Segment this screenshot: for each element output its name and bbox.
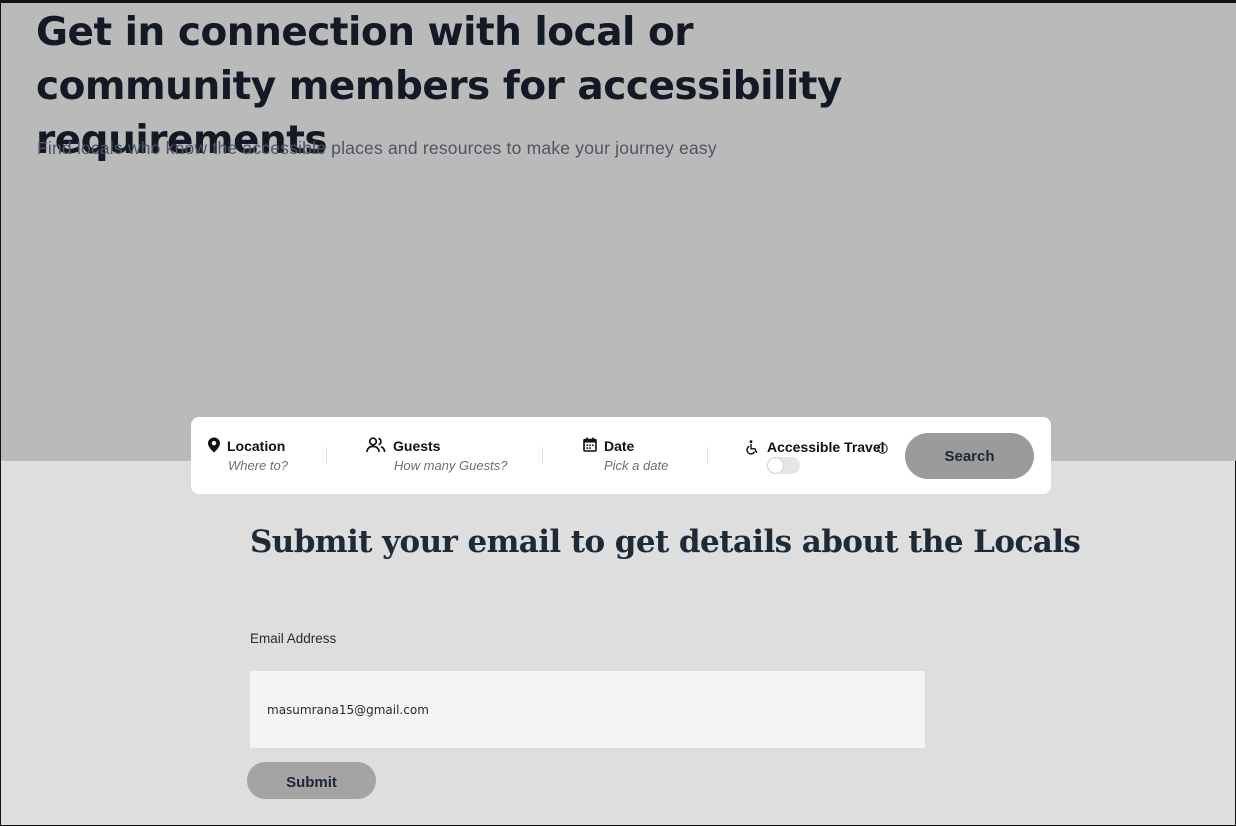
toggle-knob bbox=[768, 458, 783, 473]
hero-section: Get in connection with local or communit… bbox=[1, 3, 1236, 461]
users-icon bbox=[366, 437, 386, 453]
search-bar: Location Where to? Guests How many Guest… bbox=[191, 417, 1051, 494]
divider bbox=[542, 447, 543, 464]
accessible-travel-label: Accessible Travel bbox=[767, 439, 885, 455]
email-section-title: Submit your email to get details about t… bbox=[250, 524, 1081, 560]
hero-subtitle: Find locals who know the accessible plac… bbox=[37, 138, 717, 158]
submit-button[interactable]: Submit bbox=[247, 762, 376, 799]
date-field[interactable]: Date Pick a date bbox=[583, 417, 703, 494]
search-button[interactable]: Search bbox=[905, 433, 1034, 479]
divider bbox=[707, 447, 708, 464]
accessible-travel-field: Accessible Travel bbox=[746, 417, 896, 494]
email-input[interactable] bbox=[250, 671, 925, 748]
accessible-travel-toggle[interactable] bbox=[767, 457, 800, 474]
location-placeholder: Where to? bbox=[228, 458, 288, 473]
info-icon[interactable] bbox=[877, 441, 888, 454]
date-label: Date bbox=[604, 438, 635, 454]
date-placeholder: Pick a date bbox=[604, 458, 669, 473]
divider bbox=[326, 447, 327, 464]
map-pin-icon bbox=[207, 437, 223, 453]
guests-placeholder: How many Guests? bbox=[394, 458, 508, 473]
wheelchair-icon bbox=[746, 440, 762, 456]
guests-field[interactable]: Guests How many Guests? bbox=[366, 417, 536, 494]
email-label: Email Address bbox=[250, 631, 337, 646]
calendar-icon bbox=[583, 437, 599, 453]
location-field[interactable]: Location Where to? bbox=[207, 417, 327, 494]
location-label: Location bbox=[227, 438, 286, 454]
guests-label: Guests bbox=[393, 438, 441, 454]
